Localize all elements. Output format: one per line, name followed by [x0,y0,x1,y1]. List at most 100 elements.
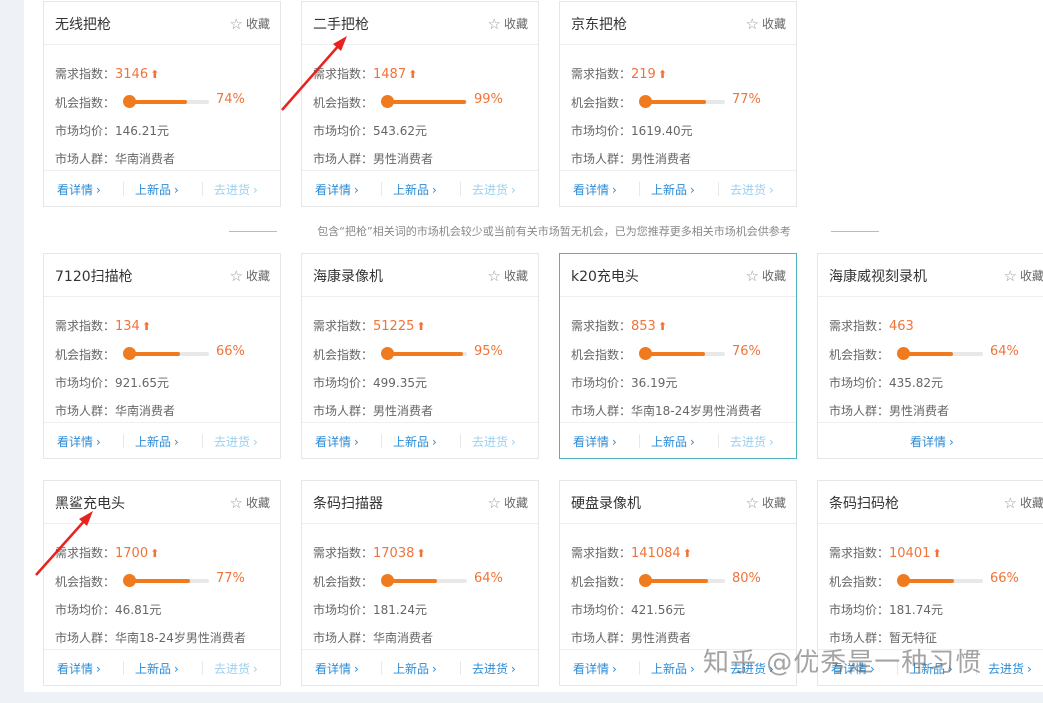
view-details-link[interactable]: 看详情 › [315,181,359,198]
market-card[interactable]: 条码扫描器 ☆ 收藏 需求指数：17038 ⬆ 机会指数： 64% 市场均价：181.24元市… [301,480,539,686]
new-products-link[interactable]: 上新品 › [135,433,179,450]
chance-index-row: 机会指数： [55,573,115,590]
view-details-link[interactable]: 看详情 › [57,433,101,450]
market-price-value: 421.56元 [631,603,686,617]
watermark-text: 知乎 @优秀是一种习惯 [703,648,983,678]
restock-link[interactable]: 去进货 › [472,181,516,198]
new-products-link[interactable]: 上新品 › [651,181,695,198]
market-price-row: 市场均价：421.56元 [571,601,685,618]
chance-index-row: 机会指数： [55,94,115,111]
view-details-link[interactable]: 看详情 › [573,433,617,450]
chevron-right-icon: › [96,183,101,197]
view-details-link[interactable]: 看详情 › [573,181,617,198]
chance-index-row: 机会指数： [571,94,631,111]
demand-index-label: 需求指数： [829,546,890,560]
market-crowd-row: 市场人群：华南18-24岁男性消费者 [571,402,762,419]
demand-index-row: 需求指数：141084 ⬆ [571,544,692,561]
chevron-right-icon: › [96,662,101,676]
favorite-button[interactable]: ☆ 收藏 [487,266,528,285]
progress-knob [123,574,136,587]
view-details-link[interactable]: 看详情 › [573,660,617,677]
market-card[interactable]: 二手把枪 ☆ 收藏 需求指数：1487 ⬆ 机会指数： 99% 市场均价：543.62元 市场人… [301,1,539,207]
market-crowd-row: 市场人群：男性消费者 [571,629,691,646]
restock-link[interactable]: 去进货 › [214,660,258,677]
market-card[interactable]: 无线把枪 ☆ 收藏 需求指数：3146 ⬆ 机会指数： 74% 市场均价：146.21元 市场人… [43,1,281,207]
favorite-button[interactable]: ☆ 收藏 [1004,266,1043,285]
market-card[interactable]: 海康录像机 ☆ 收藏 需求指数：51225 ⬆ 机会指数： 95% 市场均价：499.35元市… [301,253,539,459]
favorite-button[interactable]: ☆ 收藏 [745,266,786,285]
restock-link[interactable]: 去进货 › [214,433,258,450]
progress-fill [383,100,467,104]
market-price-label: 市场均价： [55,124,116,138]
star-icon: ☆ [745,267,759,285]
new-products-link[interactable]: 上新品 › [393,660,437,677]
market-card[interactable]: 7120扫描枪 ☆ 收藏 需求指数：134 ⬆ 机会指数： 66% 市场均价：921.65元市… [43,253,281,459]
restock-link[interactable]: 去进货 › [988,660,1032,677]
restock-link[interactable]: 去进货 › [472,660,516,677]
favorite-label: 收藏 [761,269,786,283]
market-crowd-label: 市场人群： [571,152,632,166]
card-title: k20充电头 [571,269,639,285]
chance-index-percent: 80% [732,571,761,586]
market-price-value: 181.24元 [373,603,428,617]
new-products-link-label: 上新品 [393,183,430,197]
chance-progress-bar [639,574,725,588]
view-details-link[interactable]: 看详情 › [315,660,359,677]
trend-up-icon: ⬆ [141,320,152,333]
chance-index-percent: 64% [474,571,503,586]
market-crowd-value: 男性消费者 [373,152,434,166]
chevron-right-icon: › [96,435,101,449]
restock-link[interactable]: 去进货 › [214,181,258,198]
view-details-link[interactable]: 看详情 › [57,181,101,198]
favorite-button[interactable]: ☆ 收藏 [488,493,528,512]
favorite-label: 收藏 [245,496,270,510]
action-separator [381,182,382,196]
trend-up-icon: ⬆ [416,320,426,333]
new-products-link[interactable]: 上新品 › [651,433,695,450]
demand-index-row: 需求指数：134 ⬆ [55,317,151,334]
favorite-button[interactable]: ☆ 收藏 [1004,493,1043,512]
action-separator [202,434,203,448]
market-card[interactable]: 黑鲨充电头 ☆ 收藏 需求指数：1700 ⬆ 机会指数： 77% 市场均价：46.81元 市场人… [43,480,281,686]
star-icon: ☆ [487,267,501,285]
new-products-link[interactable]: 上新品 › [393,433,437,450]
chevron-right-icon: › [253,662,258,676]
demand-index-label: 需求指数： [571,67,632,81]
view-details-link[interactable]: 看详情 › [57,660,101,677]
chevron-right-icon: › [253,183,258,197]
restock-link-label: 去进货 [214,435,251,449]
action-separator [381,661,382,675]
chance-index-percent: 99% [474,92,503,107]
card-header-divider [302,44,538,45]
card-actions: 看详情 › 上新品 › 去进货 › [302,422,538,458]
market-card[interactable]: 京东把枪 ☆ 收藏 需求指数：219 ⬆ 机会指数： 77% 市场均价：1619.40元 市场人… [559,1,797,207]
market-price-value: 543.62元 [373,124,428,138]
favorite-button[interactable]: ☆ 收藏 [230,493,270,512]
new-products-link[interactable]: 上新品 › [393,181,437,198]
market-card[interactable]: 海康威视刻录机 ☆ 收藏 需求指数：463 机会指数： 64% 市场均价：435.82元 市场… [817,253,1043,459]
new-products-link[interactable]: 上新品 › [651,660,695,677]
restock-link[interactable]: 去进货 › [730,433,774,450]
chance-progress-bar [639,347,725,361]
market-price-row: 市场均价：181.74元 [829,601,943,618]
favorite-button[interactable]: ☆ 收藏 [230,266,270,285]
chevron-right-icon: › [1027,662,1032,676]
restock-link[interactable]: 去进货 › [472,433,516,450]
progress-knob [381,347,394,360]
market-card[interactable]: k20充电头 ☆ 收藏 需求指数：853 ⬆ 机会指数： 76% 市场均价：36.19元 市场人… [559,253,797,459]
restock-link[interactable]: 去进货 › [730,181,774,198]
chance-progress-bar [123,95,209,109]
view-details-link[interactable]: 看详情 › [315,433,359,450]
view-details-link[interactable]: 看详情 › [910,433,954,450]
market-crowd-value: 华南消费者 [373,631,434,645]
favorite-button[interactable]: ☆ 收藏 [488,14,528,33]
chevron-right-icon: › [769,435,774,449]
market-price-value: 146.21元 [115,124,170,138]
market-price-value: 921.65元 [115,376,170,390]
demand-index-label: 需求指数： [313,67,374,81]
new-products-link[interactable]: 上新品 › [135,660,179,677]
favorite-button[interactable]: ☆ 收藏 [746,14,786,33]
new-products-link[interactable]: 上新品 › [135,181,179,198]
favorite-button[interactable]: ☆ 收藏 [230,14,270,33]
favorite-button[interactable]: ☆ 收藏 [746,493,786,512]
